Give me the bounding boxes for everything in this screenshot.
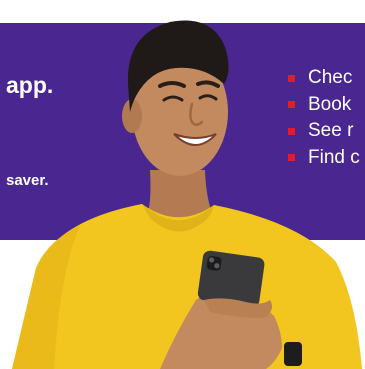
person-with-phone-photo: [12, 20, 362, 369]
bullet-square-icon: [288, 101, 295, 109]
feature-item-label: Chec: [308, 67, 353, 89]
feature-item-see: See r: [288, 118, 360, 145]
feature-item-label: Book: [308, 93, 352, 115]
banner-headline: app.: [6, 72, 54, 98]
feature-item-check: Chec: [288, 65, 360, 92]
feature-item-book: Book: [288, 92, 360, 119]
smartwatch-icon: [284, 342, 302, 366]
feature-item-label: See r: [308, 120, 354, 142]
feature-list: Chec Book See r Find c: [288, 65, 360, 171]
bullet-square-icon: [288, 154, 295, 162]
bullet-square-icon: [288, 74, 295, 82]
bullet-square-icon: [288, 127, 295, 135]
neck: [146, 170, 214, 218]
feature-item-label: Find c: [308, 146, 360, 168]
promo-banner-section: app. saver. Chec Book See r Find c: [0, 0, 365, 369]
banner-subline: saver.: [6, 172, 49, 189]
feature-item-find: Find c: [288, 145, 360, 172]
